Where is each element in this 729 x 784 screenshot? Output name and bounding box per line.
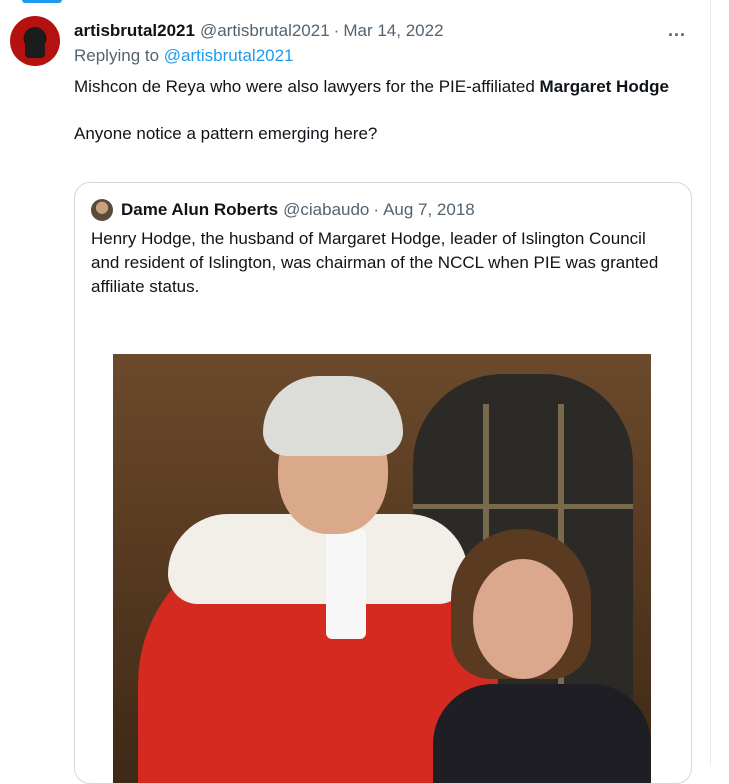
tweet-text: Mishcon de Reya who were also lawyers fo… bbox=[74, 74, 694, 146]
tweet-text-part1: Mishcon de Reya who were also lawyers fo… bbox=[74, 77, 540, 96]
quoted-author-name[interactable]: Dame Alun Roberts bbox=[121, 200, 278, 220]
replying-handle-link[interactable]: @artisbrutal2021 bbox=[164, 46, 294, 65]
tweet-text-part2: Anyone notice a pattern emerging here? bbox=[74, 124, 378, 143]
more-options-icon[interactable]: ... bbox=[668, 20, 686, 41]
photo-jabot bbox=[326, 529, 366, 639]
quoted-separator: · bbox=[373, 200, 380, 219]
replying-to: Replying to @artisbrutal2021 bbox=[74, 46, 694, 70]
avatar[interactable] bbox=[10, 16, 60, 66]
author-name[interactable]: artisbrutal2021 bbox=[74, 21, 195, 41]
quoted-handle[interactable]: @ciabaudo bbox=[283, 200, 369, 220]
tweet-text-bold: Margaret Hodge bbox=[539, 77, 669, 96]
column-divider bbox=[710, 0, 711, 765]
header-separator: · bbox=[333, 21, 340, 40]
quoted-date[interactable]: Aug 7, 2018 bbox=[383, 200, 475, 220]
tweet[interactable]: artisbrutal2021 @artisbrutal2021 · Mar 1… bbox=[74, 18, 694, 146]
tweet-date[interactable]: Mar 14, 2022 bbox=[343, 21, 443, 41]
photo-woman-face bbox=[473, 559, 573, 679]
photo-woman-clothing bbox=[433, 684, 651, 783]
active-tab-indicator bbox=[22, 0, 62, 3]
avatar-figure bbox=[25, 28, 45, 58]
quoted-header: Dame Alun Roberts @ciabaudo · Aug 7, 201… bbox=[91, 197, 691, 223]
tweet-header: artisbrutal2021 @artisbrutal2021 · Mar 1… bbox=[74, 18, 694, 44]
quoted-avatar[interactable] bbox=[91, 199, 113, 221]
replying-prefix: Replying to bbox=[74, 46, 160, 65]
author-handle[interactable]: @artisbrutal2021 bbox=[200, 21, 330, 41]
quoted-text: Henry Hodge, the husband of Margaret Hod… bbox=[91, 229, 659, 296]
quoted-tweet[interactable]: Dame Alun Roberts @ciabaudo · Aug 7, 201… bbox=[74, 182, 692, 784]
photo-wig bbox=[263, 376, 403, 456]
quoted-photo[interactable] bbox=[113, 354, 651, 783]
